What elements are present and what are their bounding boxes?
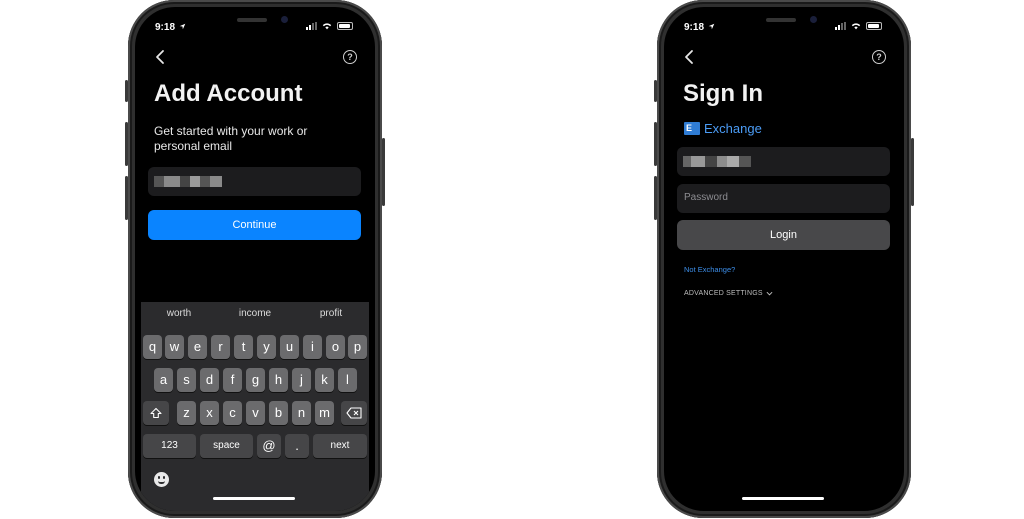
exchange-logo-icon: E — [684, 122, 700, 135]
key-r[interactable]: r — [211, 335, 230, 359]
key-h[interactable]: h — [269, 368, 288, 392]
wifi-icon — [851, 23, 861, 30]
keyboard: worth income profit q w e r t y u i o p … — [141, 302, 369, 511]
chevron-down-icon — [766, 291, 773, 296]
advanced-settings-label: ADVANCED SETTINGS — [684, 290, 763, 297]
space-key[interactable]: space — [200, 434, 253, 458]
key-k[interactable]: k — [315, 368, 334, 392]
help-icon[interactable]: ? — [343, 50, 357, 64]
key-t[interactable]: t — [234, 335, 253, 359]
speaker — [237, 18, 267, 22]
location-arrow-icon — [179, 23, 186, 30]
continue-button[interactable]: Continue — [148, 210, 361, 240]
home-indicator[interactable] — [213, 497, 295, 500]
front-camera — [281, 16, 288, 23]
status-icons — [835, 22, 882, 30]
home-indicator[interactable] — [742, 497, 824, 500]
key-e[interactable]: e — [188, 335, 207, 359]
sign-in-screen: 9:18 ? Sign In E Exchange Password Login… — [664, 7, 904, 511]
key-d[interactable]: d — [200, 368, 219, 392]
page-title: Add Account — [154, 80, 303, 107]
key-u[interactable]: u — [280, 335, 299, 359]
not-exchange-link[interactable]: Not Exchange? — [684, 265, 735, 274]
key-x[interactable]: x — [200, 401, 219, 425]
location-arrow-icon — [708, 23, 715, 30]
front-camera — [810, 16, 817, 23]
key-i[interactable]: i — [303, 335, 322, 359]
exchange-provider: E Exchange — [684, 121, 762, 136]
provider-name: Exchange — [704, 121, 762, 136]
key-q[interactable]: q — [143, 335, 162, 359]
email-value-redacted — [154, 176, 222, 187]
page-title: Sign In — [683, 80, 763, 107]
key-p[interactable]: p — [348, 335, 367, 359]
key-g[interactable]: g — [246, 368, 265, 392]
delete-key[interactable] — [341, 401, 367, 425]
emoji-icon[interactable] — [154, 472, 169, 487]
key-l[interactable]: l — [338, 368, 357, 392]
suggestion-1[interactable]: worth — [141, 308, 217, 319]
key-a[interactable]: a — [154, 368, 173, 392]
shift-key[interactable] — [143, 401, 169, 425]
delete-icon — [346, 407, 362, 419]
advanced-settings-toggle[interactable]: ADVANCED SETTINGS — [684, 290, 773, 297]
status-icons — [306, 22, 353, 30]
page-subtitle: Get started with your work or personal e… — [154, 124, 308, 153]
signal-icon — [306, 22, 317, 30]
suggestion-2[interactable]: income — [217, 308, 293, 319]
wifi-icon — [322, 23, 332, 30]
help-icon[interactable]: ? — [872, 50, 886, 64]
at-key[interactable]: @ — [257, 434, 281, 458]
numbers-key[interactable]: 123 — [143, 434, 196, 458]
suggestion-3[interactable]: profit — [293, 308, 369, 319]
back-chevron-icon[interactable] — [682, 49, 698, 65]
power-button — [382, 138, 385, 206]
next-key[interactable]: next — [313, 434, 367, 458]
password-placeholder: Password — [684, 192, 728, 203]
key-s[interactable]: s — [177, 368, 196, 392]
dot-key[interactable]: . — [285, 434, 309, 458]
key-f[interactable]: f — [223, 368, 242, 392]
speaker — [766, 18, 796, 22]
key-o[interactable]: o — [326, 335, 345, 359]
key-m[interactable]: m — [315, 401, 334, 425]
add-account-screen: 9:18 ? Add Account Get started with your… — [135, 7, 375, 511]
battery-icon — [866, 22, 882, 30]
key-w[interactable]: w — [165, 335, 184, 359]
battery-icon — [337, 22, 353, 30]
email-value-redacted — [683, 156, 751, 167]
left-phone: 9:18 ? Add Account Get started with your… — [125, 0, 385, 519]
key-b[interactable]: b — [269, 401, 288, 425]
power-button — [911, 138, 914, 206]
email-field[interactable] — [677, 147, 890, 176]
right-phone: 9:18 ? Sign In E Exchange Password Login… — [654, 0, 914, 519]
password-field[interactable]: Password — [677, 184, 890, 213]
key-z[interactable]: z — [177, 401, 196, 425]
key-c[interactable]: c — [223, 401, 242, 425]
signal-icon — [835, 22, 846, 30]
key-n[interactable]: n — [292, 401, 311, 425]
status-time: 9:18 — [684, 22, 715, 33]
key-j[interactable]: j — [292, 368, 311, 392]
key-v[interactable]: v — [246, 401, 265, 425]
shift-icon — [150, 407, 162, 419]
status-time: 9:18 — [155, 22, 186, 33]
back-chevron-icon[interactable] — [153, 49, 169, 65]
key-y[interactable]: y — [257, 335, 276, 359]
login-button[interactable]: Login — [677, 220, 890, 250]
email-field[interactable] — [148, 167, 361, 196]
